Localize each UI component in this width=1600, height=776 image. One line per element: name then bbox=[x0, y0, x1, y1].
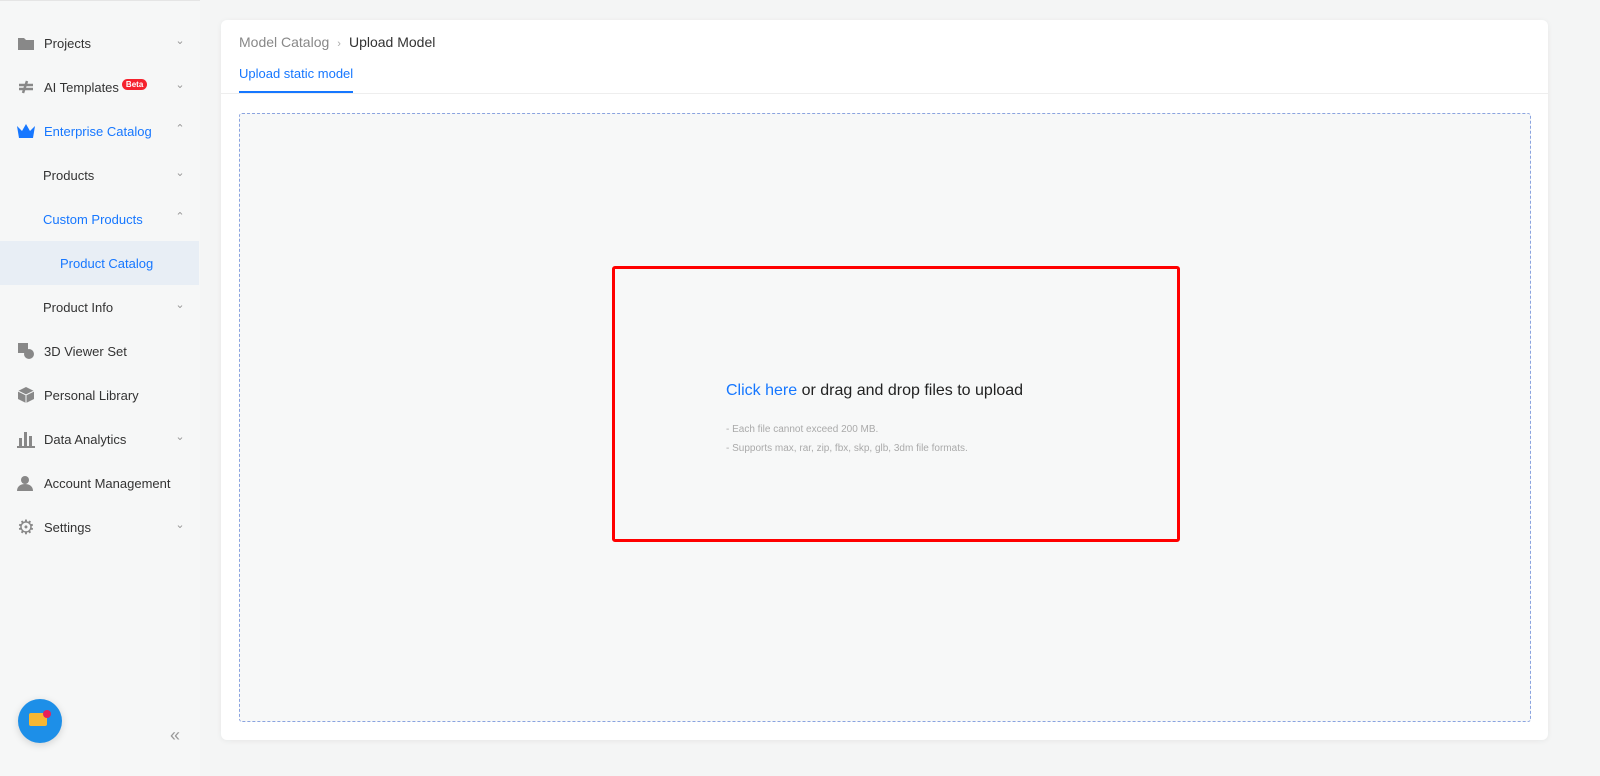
tab-divider bbox=[221, 93, 1548, 94]
bar-chart-icon bbox=[16, 429, 36, 449]
label: Product Catalog bbox=[60, 255, 154, 271]
collapse-sidebar-button[interactable]: « bbox=[170, 725, 180, 746]
chevron-right-icon: › bbox=[337, 38, 341, 50]
chevron-up-icon: ⌃ bbox=[175, 211, 185, 223]
label: Product Info bbox=[43, 299, 114, 315]
label: Products bbox=[43, 167, 95, 183]
chevron-down-icon: ⌄ bbox=[175, 431, 185, 443]
sidebar-item-account-management[interactable]: Account Management bbox=[0, 461, 199, 505]
hint-size: - Each file cannot exceed 200 MB. bbox=[726, 424, 879, 435]
breadcrumb-model-catalog[interactable]: Model Catalog bbox=[239, 34, 329, 50]
label: Enterprise Catalog bbox=[44, 123, 152, 139]
tab-upload-static-model[interactable]: Upload static model bbox=[239, 66, 354, 93]
chevron-up-icon: ⌃ bbox=[175, 123, 185, 135]
folder-icon bbox=[16, 33, 36, 53]
chat-help-button[interactable] bbox=[18, 699, 62, 743]
sidebar-item-ai-templates[interactable]: AI Templates Beta ⌄ bbox=[0, 65, 199, 109]
label: Data Analytics bbox=[44, 431, 127, 447]
sidebar-item-3d-viewer-set[interactable]: 3D Viewer Set bbox=[0, 329, 199, 373]
label: Personal Library bbox=[44, 387, 139, 403]
chevron-down-icon: ⌄ bbox=[175, 167, 185, 179]
sidebar-item-data-analytics[interactable]: Data Analytics ⌄ bbox=[0, 417, 199, 461]
sidebar-item-projects[interactable]: Projects ⌄ bbox=[0, 21, 199, 65]
click-here-link[interactable]: Click here bbox=[726, 382, 797, 399]
breadcrumb: Model Catalog › Upload Model bbox=[239, 34, 435, 50]
label: Custom Products bbox=[43, 211, 143, 227]
hint-formats: - Supports max, rar, zip, fbx, skp, glb,… bbox=[726, 443, 968, 454]
shapes-icon bbox=[16, 341, 36, 361]
label: AI Templates bbox=[44, 79, 119, 95]
breadcrumb-current: Upload Model bbox=[348, 34, 436, 50]
upload-text: or drag and drop files to upload bbox=[797, 382, 1024, 399]
chat-icon bbox=[29, 710, 51, 726]
chevron-down-icon: ⌄ bbox=[175, 79, 185, 91]
sidebar-item-settings[interactable]: ⚙ Settings ⌄ bbox=[0, 505, 199, 549]
crown-icon bbox=[16, 121, 36, 141]
user-icon bbox=[16, 473, 36, 493]
chevron-down-icon: ⌄ bbox=[175, 519, 185, 531]
upload-prompt: Click here or drag and drop files to upl… bbox=[726, 382, 1023, 400]
label: Projects bbox=[44, 35, 91, 51]
sidebar-item-enterprise-catalog[interactable]: Enterprise Catalog ⌃ bbox=[0, 109, 199, 153]
sidebar-item-products[interactable]: Products ⌄ bbox=[0, 153, 199, 197]
sidebar-item-custom-products[interactable]: Custom Products ⌃ bbox=[0, 197, 199, 241]
sidebar-item-product-info[interactable]: Product Info ⌄ bbox=[0, 285, 199, 329]
templates-icon bbox=[16, 77, 36, 97]
label: Settings bbox=[44, 519, 91, 535]
sidebar: Projects ⌄ AI Templates Beta ⌄ Enterprise C… bbox=[0, 0, 200, 776]
label: 3D Viewer Set bbox=[44, 343, 127, 359]
chevron-down-icon: ⌄ bbox=[175, 35, 185, 47]
label: Account Management bbox=[44, 475, 171, 491]
beta-badge: Beta bbox=[121, 78, 148, 90]
gear-icon: ⚙ bbox=[17, 516, 35, 539]
chevron-down-icon: ⌄ bbox=[175, 299, 185, 311]
sidebar-item-product-catalog[interactable]: Product Catalog bbox=[0, 241, 199, 285]
box-icon bbox=[16, 385, 36, 405]
sidebar-item-personal-library[interactable]: Personal Library bbox=[0, 373, 199, 417]
highlight-box bbox=[612, 266, 1180, 542]
